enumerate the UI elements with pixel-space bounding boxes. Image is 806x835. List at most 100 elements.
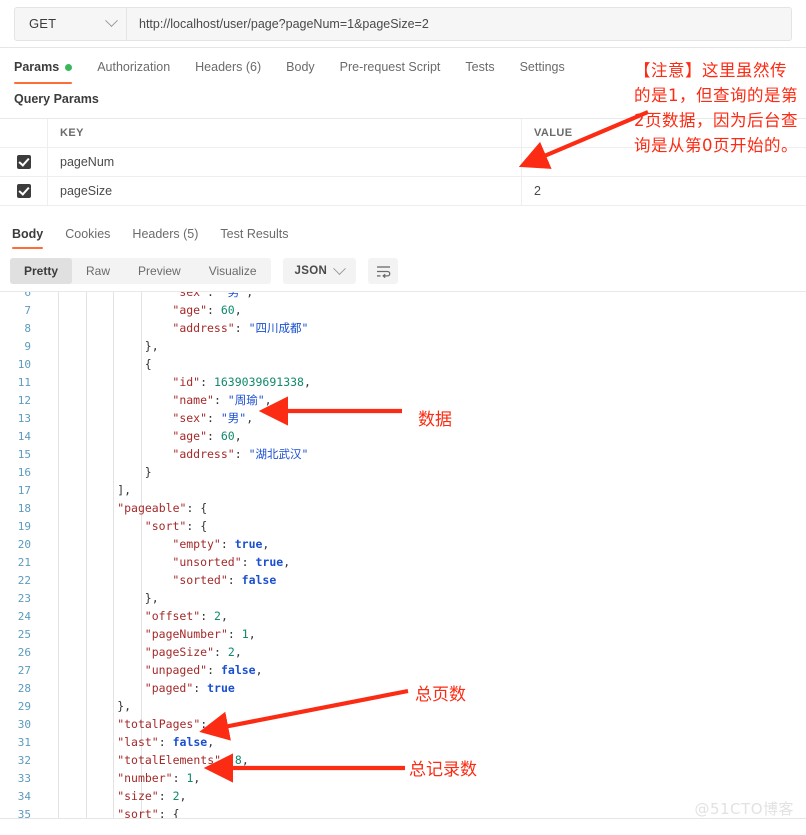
tab-headers[interactable]: Headers (6)	[195, 48, 261, 86]
line-number: 27	[17, 663, 31, 677]
line-number: 23	[17, 591, 31, 605]
checkbox-checked-icon[interactable]	[16, 184, 31, 198]
language-select[interactable]: JSON	[282, 258, 357, 284]
code-line: 8 "address": "四川成都"	[0, 319, 806, 337]
chevron-down-icon	[333, 261, 346, 275]
code-token: :	[207, 663, 221, 677]
tab-tests-label: Tests	[465, 60, 495, 74]
wrap-lines-button[interactable]	[368, 258, 399, 284]
line-number: 17	[17, 483, 31, 497]
http-method-select[interactable]: GET	[14, 6, 126, 41]
code-line-text: "offset": 2,	[40, 609, 228, 623]
code-token: : {	[186, 519, 208, 533]
code-token: "address"	[172, 321, 235, 335]
code-token: ,	[193, 771, 201, 785]
response-body-code-viewer[interactable]: 6 "sex": "男", 7 "age": 60, 8 "address": "四川成都…	[0, 291, 806, 818]
response-tabs: Body Cookies Headers (5) Test Results	[0, 219, 806, 249]
code-token: :	[213, 393, 228, 407]
code-token: },	[144, 339, 159, 353]
response-tab-headers[interactable]: Headers (5)	[132, 219, 198, 249]
line-number: 10	[17, 357, 31, 371]
code-line: 22 "sorted": false	[0, 571, 806, 589]
code-token: 2	[172, 789, 180, 803]
code-token: :	[200, 375, 214, 389]
code-line: 31 "last": false,	[0, 733, 806, 751]
code-token: ,	[255, 663, 263, 677]
code-token: "address"	[172, 447, 235, 461]
code-line: 27 "unpaged": false,	[0, 661, 806, 679]
code-token: ,	[179, 789, 187, 803]
code-line: 23},	[0, 589, 806, 607]
param-value[interactable]: 1	[522, 148, 806, 176]
line-number: 29	[17, 699, 31, 713]
tab-pre-request-script[interactable]: Pre-request Script	[340, 48, 441, 86]
row-checkbox-cell[interactable]	[0, 148, 48, 176]
param-key[interactable]: pageSize	[48, 177, 522, 205]
code-line: 25 "pageNumber": 1,	[0, 625, 806, 643]
code-token: "sort"	[144, 519, 187, 533]
line-number: 12	[17, 393, 31, 407]
line-number: 14	[17, 429, 31, 443]
table-row[interactable]: pageNum 1	[0, 148, 806, 177]
response-tab-cookies[interactable]: Cookies	[65, 219, 110, 249]
line-number: 33	[17, 771, 31, 785]
param-key[interactable]: pageNum	[48, 148, 522, 176]
code-token: "四川成都"	[248, 321, 309, 335]
code-line-text: },	[40, 699, 131, 713]
response-tab-body-label: Body	[12, 227, 44, 241]
code-token: :	[200, 609, 215, 623]
param-value[interactable]: 2	[522, 177, 806, 205]
view-mode-pretty[interactable]: Pretty	[10, 258, 73, 284]
code-token: false	[220, 663, 256, 677]
view-mode-visualize[interactable]: Visualize	[195, 258, 271, 284]
code-line-text: "totalElements": 8,	[40, 753, 249, 767]
tab-params[interactable]: Params	[14, 48, 73, 86]
response-tab-body[interactable]: Body	[12, 219, 44, 249]
code-token: 60	[220, 429, 235, 443]
code-token: "男"	[220, 411, 247, 425]
code-line: 26 "pageSize": 2,	[0, 643, 806, 661]
tab-tests[interactable]: Tests	[465, 48, 494, 86]
table-row[interactable]: pageSize 2	[0, 177, 806, 206]
url-input[interactable]: http://localhost/user/page?pageNum=1&pag…	[126, 6, 792, 41]
code-token: :	[158, 735, 173, 749]
params-modified-dot-icon	[65, 63, 73, 71]
code-line-text: "sorted": false	[40, 573, 276, 587]
code-token: : {	[186, 501, 208, 515]
code-token: "totalElements"	[117, 753, 222, 767]
code-token: ,	[221, 717, 229, 731]
code-token: "id"	[172, 375, 201, 389]
code-token: :	[221, 753, 235, 767]
code-line-text: "totalPages": 4,	[40, 717, 228, 731]
tab-headers-label: Headers (6)	[195, 60, 262, 74]
view-mode-preview[interactable]: Preview	[124, 258, 195, 284]
code-line: 7 "age": 60,	[0, 301, 806, 319]
line-number: 30	[17, 717, 31, 731]
tab-authorization-label: Authorization	[97, 60, 171, 74]
code-line: 20 "empty": true,	[0, 535, 806, 553]
tab-settings[interactable]: Settings	[520, 48, 565, 86]
code-line-text: ],	[40, 483, 131, 497]
line-number: 6	[24, 291, 31, 299]
code-token: false	[241, 573, 277, 587]
line-number: 34	[17, 789, 31, 803]
code-line-text: "id": 1639039691338,	[40, 375, 311, 389]
code-line: 19 "sort": {	[0, 517, 806, 535]
code-line: 9},	[0, 337, 806, 355]
request-tabs: Params Authorization Headers (6) Body Pr…	[0, 48, 806, 86]
tab-authorization[interactable]: Authorization	[97, 48, 170, 86]
checkbox-checked-icon[interactable]	[16, 155, 31, 169]
code-line: 24 "offset": 2,	[0, 607, 806, 625]
view-mode-raw[interactable]: Raw	[72, 258, 124, 284]
code-line-text: "address": "四川成都"	[40, 320, 308, 336]
code-line-text: "pageable": {	[40, 501, 207, 515]
tab-settings-label: Settings	[519, 60, 565, 74]
response-tab-test-results[interactable]: Test Results	[220, 219, 288, 249]
code-line-text: "size": 2,	[40, 789, 186, 803]
tab-body[interactable]: Body	[286, 48, 315, 86]
code-line-text: "sex": "男",	[40, 292, 253, 300]
code-line-text: "address": "湖北武汉"	[40, 446, 308, 462]
code-line-text: "sex": "男",	[40, 410, 253, 426]
code-line-text: "sort": {	[40, 519, 207, 533]
row-checkbox-cell[interactable]	[0, 177, 48, 205]
